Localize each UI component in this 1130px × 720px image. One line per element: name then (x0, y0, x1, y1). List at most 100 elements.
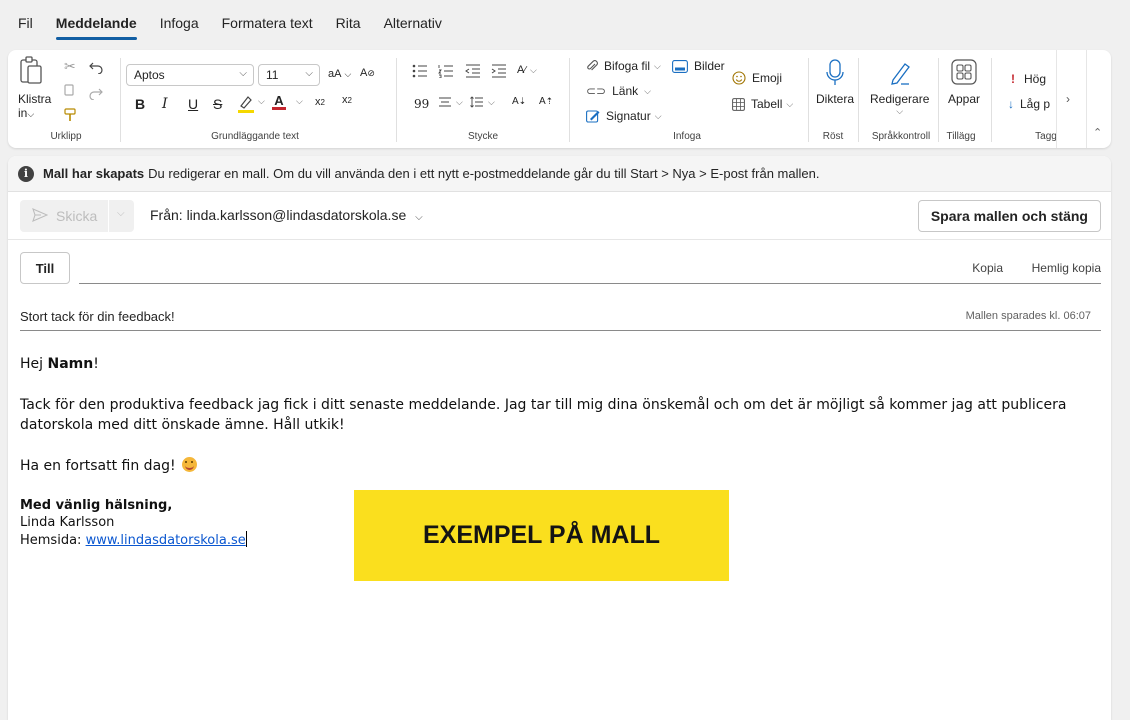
link-button[interactable]: ⊂⊃ Länk ⌵ (586, 84, 651, 98)
greeting-prefix: Hej (20, 356, 48, 372)
high-importance-button[interactable]: ! Hög (1011, 72, 1046, 86)
chevron-down-icon: ⌵ (27, 109, 35, 119)
chevron-down-icon[interactable]: ⌵ (258, 96, 265, 107)
bcc-button[interactable]: Hemlig kopia (1032, 261, 1101, 275)
chevron-down-icon: ⌵ (654, 110, 662, 121)
cut-icon[interactable]: ✂ (64, 58, 76, 75)
paragraph-spacing-icon[interactable]: A ⇣ (512, 96, 526, 107)
save-template-button[interactable]: Spara mallen och stäng (917, 200, 1101, 232)
group-label-addins: Tillägg (946, 131, 976, 142)
menu-bar: Fil Meddelande Infoga Formatera text Rit… (0, 0, 1130, 46)
chevron-down-icon: ⌵ (530, 64, 537, 75)
tab-file[interactable]: Fil (18, 11, 33, 35)
info-bar-text: Du redigerar en mall. Om du vill använda… (148, 166, 820, 181)
collapse-ribbon-icon[interactable]: ⌃ (1093, 126, 1102, 139)
pen-sparkle-icon (887, 58, 913, 88)
clear-formatting-icon[interactable]: A ⊘ (360, 67, 375, 79)
clipboard-icon (18, 54, 44, 88)
subject-input[interactable]: Stort tack för din feedback! (20, 309, 175, 324)
group-label-paragraph: Stycke (467, 131, 499, 142)
editor-button[interactable]: Redigerare ⌵ (870, 58, 929, 117)
bullets-icon[interactable] (412, 64, 428, 78)
paste-label: Klistra (18, 92, 52, 106)
decrease-indent-icon[interactable] (465, 64, 481, 78)
text-direction-icon[interactable]: A ⇡ (539, 96, 553, 107)
styles-icon[interactable]: A ∕ ⌵ (517, 64, 537, 76)
italic-button[interactable]: I (162, 96, 168, 112)
font-size-select[interactable]: 11 ⌵ (258, 64, 320, 86)
subject-row[interactable]: Stort tack för din feedback! Mallen spar… (8, 296, 1111, 332)
numbering-icon[interactable] (438, 64, 454, 78)
signature-label: Signatur (606, 109, 651, 123)
to-button[interactable]: Till (20, 252, 70, 284)
chevron-down-icon: ⌵ (344, 68, 352, 79)
ribbon-overflow: › (1056, 50, 1087, 148)
format-painter-icon[interactable] (64, 108, 76, 122)
send-row: Skicka ⌵ Från: linda.karlsson@lindasdato… (8, 192, 1111, 240)
paste-button[interactable]: Klistra in⌵ (18, 54, 51, 120)
font-size-value: 11 (266, 68, 279, 82)
signature-site-link[interactable]: www.lindasdatorskola.se (86, 533, 246, 548)
highlight-icon[interactable] (237, 94, 255, 114)
grow-font-button[interactable]: aA ⌵ (328, 68, 351, 80)
group-separator (569, 58, 570, 142)
chevron-right-icon[interactable]: › (1066, 92, 1070, 106)
pictures-button[interactable]: Bilder (672, 59, 725, 73)
arrow-down-icon: ↓ (1008, 97, 1014, 111)
cc-button[interactable]: Kopia (972, 261, 1003, 275)
signature-button[interactable]: Signatur ⌵ (586, 109, 662, 123)
tab-message[interactable]: Meddelande (55, 11, 137, 40)
dictate-button[interactable]: Diktera (816, 58, 854, 106)
chevron-down-icon: ⌵ (305, 68, 313, 79)
align-icon[interactable]: ⌵ (438, 96, 463, 108)
table-button[interactable]: Tabell ⌵ (732, 97, 793, 111)
high-importance-label: Hög (1024, 72, 1047, 86)
text-caret (245, 531, 247, 547)
apps-button[interactable]: Appar (948, 58, 980, 106)
subscript-icon[interactable]: x2 (315, 96, 325, 108)
chevron-down-icon: ⌵ (786, 98, 794, 109)
send-button[interactable]: Skicka ⌵ (20, 200, 134, 232)
undo-icon[interactable] (89, 60, 103, 74)
emoji-button[interactable]: Emoji (732, 71, 782, 85)
group-separator (991, 58, 992, 142)
group-separator (938, 58, 939, 142)
signature-name: Linda Karlsson (20, 515, 115, 530)
group-separator (120, 58, 121, 142)
tab-draw[interactable]: Rita (336, 11, 361, 35)
paperclip-icon (586, 59, 598, 73)
from-label: Från: linda.karlsson@lindasdatorskola.se (150, 207, 407, 223)
info-bar: i Mall har skapats Du redigerar en mall.… (8, 156, 1111, 192)
line-spacing-icon[interactable]: ⌵ (470, 96, 495, 108)
font-color-icon[interactable]: A (272, 93, 286, 110)
redo-icon[interactable] (89, 86, 103, 100)
low-importance-button[interactable]: ↓ Låg p (1008, 97, 1050, 111)
group-label-voice: Röst (822, 131, 844, 142)
chevron-down-icon[interactable]: ⌵ (117, 208, 125, 219)
attach-file-button[interactable]: Bifoga fil ⌵ (586, 59, 661, 73)
to-input-underline[interactable] (79, 283, 1101, 284)
font-family-select[interactable]: Aptos ⌵ (126, 64, 254, 86)
superscript-icon[interactable]: x2 (342, 94, 352, 106)
underline-button[interactable]: U (188, 96, 198, 112)
chevron-down-icon[interactable]: ⌵ (296, 96, 303, 107)
bold-button[interactable]: B (135, 96, 145, 112)
link-icon: ⊂⊃ (586, 84, 607, 98)
image-icon (672, 59, 688, 73)
to-row: Till Kopia Hemlig kopia (8, 240, 1111, 286)
microphone-icon (825, 58, 845, 88)
from-selector[interactable]: Från: linda.karlsson@lindasdatorskola.se… (150, 207, 423, 223)
copy-icon[interactable] (64, 84, 76, 98)
tab-insert[interactable]: Infoga (160, 11, 199, 35)
signature-site-label: Hemsida: (20, 533, 86, 548)
quote-icon[interactable]: 99 (414, 97, 429, 111)
link-label: Länk (612, 84, 639, 98)
strikethrough-button[interactable]: S (213, 96, 222, 112)
tab-format-text[interactable]: Formatera text (222, 11, 313, 35)
emoji-icon (732, 71, 746, 85)
tab-options[interactable]: Alternativ (384, 11, 442, 35)
increase-indent-icon[interactable] (491, 64, 507, 78)
closing-text: Ha en fortsatt fin dag! (20, 458, 176, 474)
smiley-emoji-icon (182, 457, 198, 472)
pictures-label: Bilder (694, 59, 725, 73)
